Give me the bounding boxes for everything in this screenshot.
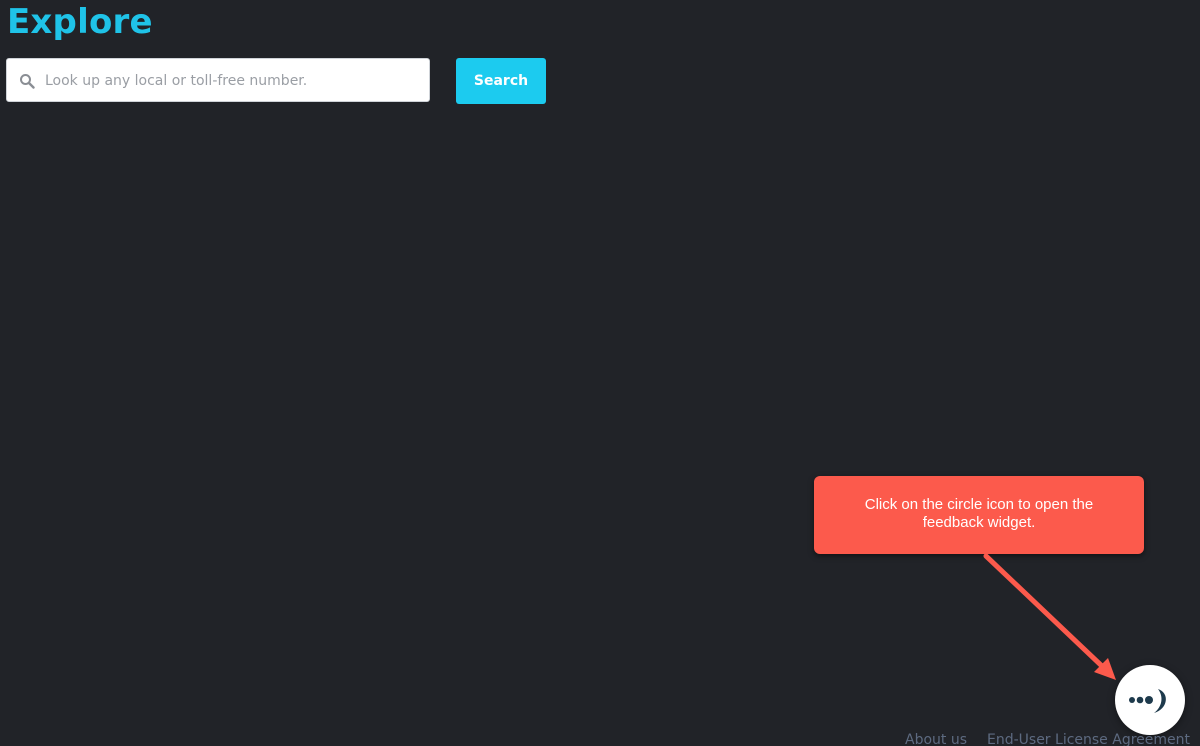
search-box[interactable] xyxy=(6,58,430,103)
footer-link-eula[interactable]: End-User License Agreement xyxy=(987,732,1190,746)
page: Explore Search Click on the circle icon … xyxy=(0,0,1200,746)
tooltip-text: Click on the circle icon to open the fee… xyxy=(864,496,1094,531)
feedback-icon xyxy=(1129,689,1166,713)
page-title: Explore xyxy=(7,2,153,42)
feedback-widget-button[interactable] xyxy=(1115,665,1185,735)
search-input[interactable] xyxy=(43,59,427,103)
arrow-icon xyxy=(983,553,1116,680)
search-icon xyxy=(20,74,35,89)
feedback-tooltip: Click on the circle icon to open the fee… xyxy=(814,476,1144,554)
search-button[interactable]: Search xyxy=(456,58,546,104)
footer-link-about[interactable]: About us xyxy=(905,732,967,746)
